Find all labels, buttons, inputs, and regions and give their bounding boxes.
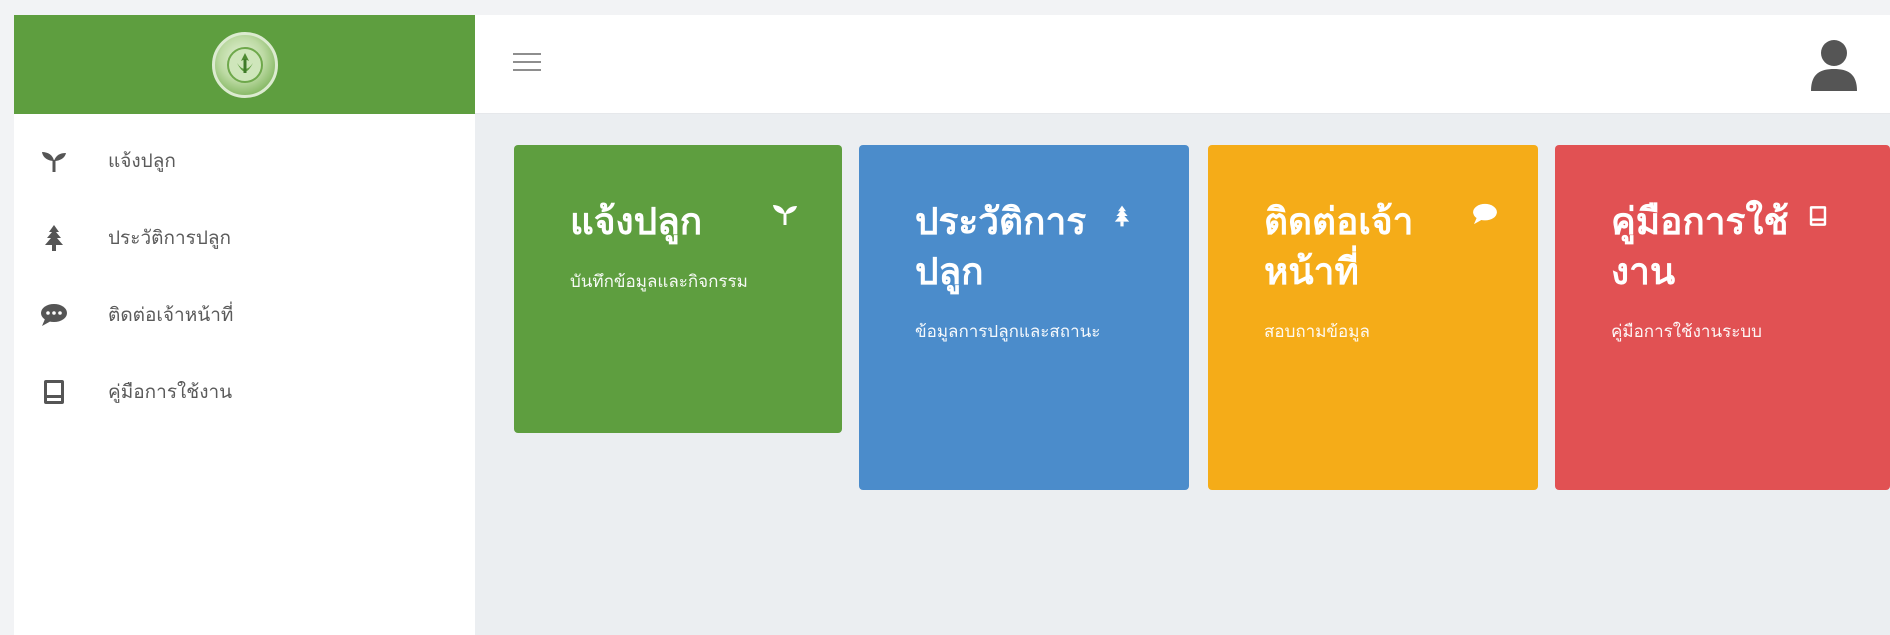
chat-icon: [1472, 201, 1498, 227]
topbar: [475, 15, 1890, 114]
logo[interactable]: [211, 31, 278, 98]
card-title: ประวัติการปลูก: [915, 200, 1087, 293]
sidebar-item-planting-history[interactable]: ประวัติการปลูก: [14, 199, 475, 276]
card-subtitle: บันทึกข้อมูลและกิจกรรม: [570, 272, 748, 292]
sidebar-item-label: ประวัติการปลูก: [108, 226, 232, 249]
card-title: คู่มือการใช้งาน: [1611, 200, 1789, 293]
card-title: แจ้งปลูก: [570, 200, 703, 243]
card-subtitle: สอบถามข้อมูล: [1264, 322, 1370, 342]
card-subtitle: ข้อมูลการปลูกและสถานะ: [915, 322, 1101, 342]
hamburger-icon[interactable]: [513, 53, 541, 75]
sidebar-item-user-manual[interactable]: คู่มือการใช้งาน: [14, 353, 475, 430]
tree-icon: [38, 222, 70, 254]
card-subtitle: คู่มือการใช้งานระบบ: [1611, 322, 1762, 342]
brand-header: [14, 15, 475, 114]
sidebar-item-label: ติดต่อเจ้าหน้าที่: [108, 303, 234, 326]
card-user-manual[interactable]: คู่มือการใช้งาน คู่มือการใช้งานระบบ: [1555, 145, 1890, 490]
book-icon: [1805, 203, 1831, 229]
app-frame: แจ้งปลูก ประวัติการปลูก ติดต่อเจ้าหน้าที…: [14, 15, 1890, 635]
user-icon[interactable]: [1807, 37, 1861, 93]
chat-icon: [38, 299, 70, 331]
book-icon: [38, 376, 70, 408]
card-contact-staff[interactable]: ติดต่อเจ้าหน้าที่ สอบถามข้อมูล: [1208, 145, 1538, 490]
sidebar: แจ้งปลูก ประวัติการปลูก ติดต่อเจ้าหน้าที…: [14, 15, 475, 635]
sidebar-nav: แจ้งปลูก ประวัติการปลูก ติดต่อเจ้าหน้าที…: [14, 114, 475, 430]
sidebar-item-report-planting[interactable]: แจ้งปลูก: [14, 122, 475, 199]
sidebar-item-label: คู่มือการใช้งาน: [108, 380, 233, 403]
card-title: ติดต่อเจ้าหน้าที่: [1264, 200, 1414, 293]
seedling-icon: [38, 145, 70, 177]
tree-icon: [1109, 203, 1135, 229]
sidebar-item-label: แจ้งปลูก: [108, 149, 176, 172]
card-report-planting[interactable]: แจ้งปลูก บันทึกข้อมูลและกิจกรรม: [514, 145, 842, 433]
seedling-icon: [772, 201, 798, 227]
card-planting-history[interactable]: ประวัติการปลูก ข้อมูลการปลูกและสถานะ: [859, 145, 1189, 490]
sidebar-item-contact-staff[interactable]: ติดต่อเจ้าหน้าที่: [14, 276, 475, 353]
